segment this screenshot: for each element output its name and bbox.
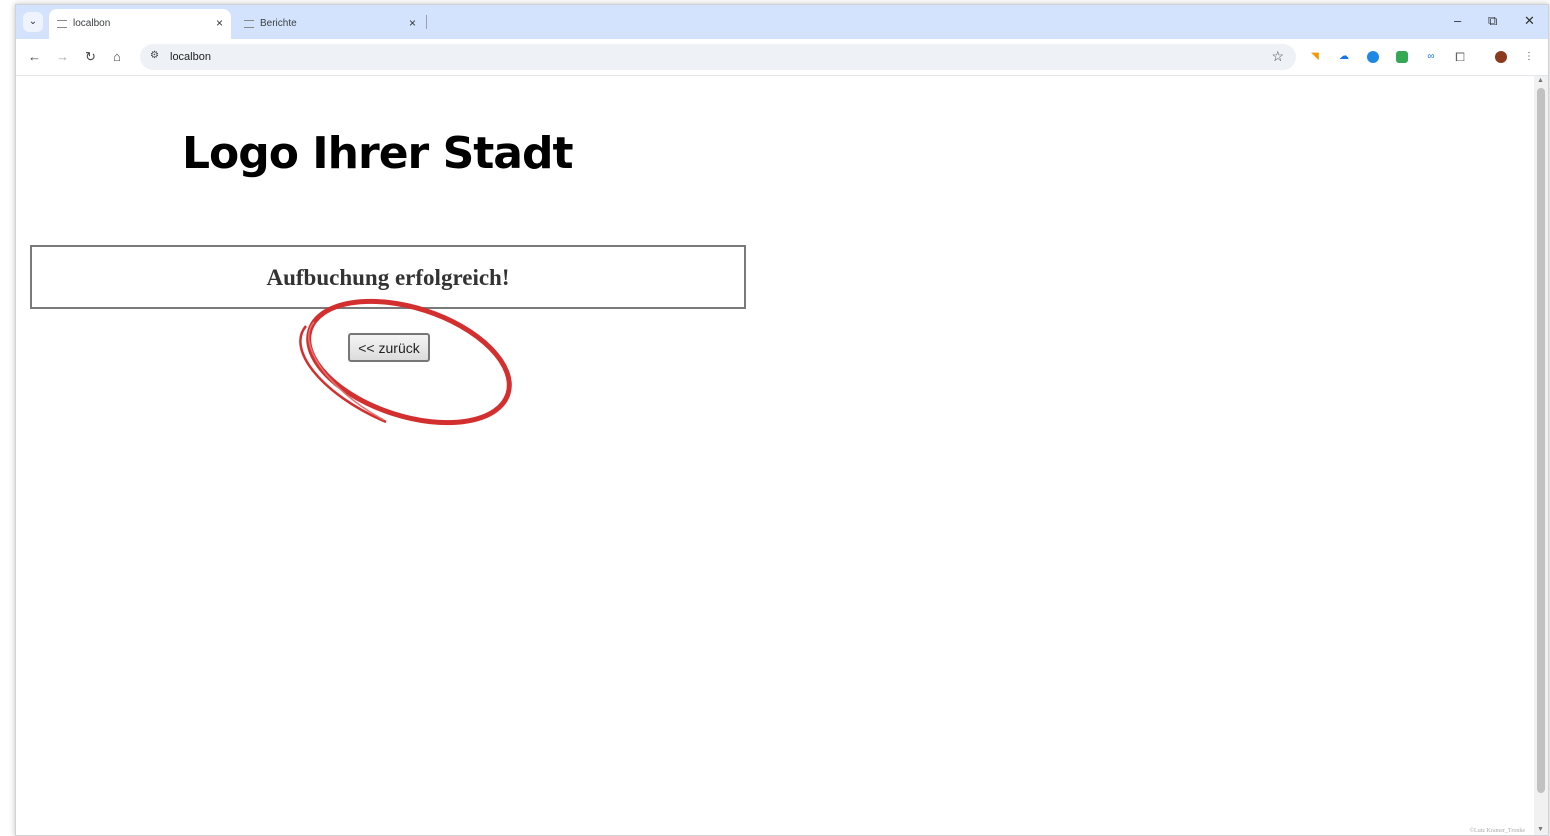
page-scrollbar[interactable]: ▲ ▼ — [1534, 76, 1548, 835]
red-highlight-circle — [299, 298, 512, 426]
tab-localbon[interactable]: localbon × — [49, 9, 231, 39]
tab-title: Berichte — [260, 18, 297, 29]
success-message: Aufbuchung erfolgreich! — [266, 265, 510, 290]
rss-extension-icon[interactable]: ◥ — [1309, 51, 1321, 63]
tab-title: localbon — [73, 18, 111, 29]
close-window-button[interactable]: ✕ — [1524, 13, 1535, 29]
circle-extension-icon[interactable] — [1367, 51, 1379, 63]
back-button[interactable]: << zurück — [348, 333, 430, 362]
scrollbar-thumb[interactable] — [1537, 88, 1545, 793]
cloud-extension-icon[interactable]: ☁ — [1338, 51, 1350, 63]
city-logo-placeholder: Logo Ihrer Stadt — [182, 128, 574, 179]
address-bar[interactable]: ⚙ localbon ☆ — [140, 44, 1296, 70]
scroll-up-icon[interactable]: ▲ — [1537, 77, 1544, 84]
scroll-down-icon[interactable]: ▼ — [1537, 826, 1544, 833]
tab-separator — [426, 15, 427, 29]
green-extension-icon[interactable] — [1396, 51, 1408, 63]
profile-avatar[interactable] — [1495, 51, 1507, 63]
reload-icon[interactable]: ↻ — [85, 49, 96, 65]
back-icon[interactable]: ← — [28, 49, 41, 64]
restore-button[interactable]: ⧉ — [1488, 13, 1497, 29]
page-viewport: Logo Ihrer Stadt Aufbuchung erfolgreich!… — [16, 76, 1533, 835]
page-favicon-icon — [57, 20, 67, 28]
tab-close-icon[interactable]: × — [216, 16, 223, 30]
browser-window: ⌄ localbon × Berichte × – ⧉ ✕ ← → ↻ ⌂ ⚙ … — [15, 4, 1549, 836]
home-icon[interactable]: ⌂ — [113, 49, 121, 64]
page-favicon-icon — [244, 20, 254, 28]
browser-toolbar: ← → ↻ ⌂ ⚙ localbon ☆ ◥ ☁ ∞ ⧠ ⋮ — [16, 39, 1548, 76]
site-settings-icon[interactable]: ⚙ — [150, 50, 159, 61]
link-extension-icon[interactable]: ∞ — [1425, 51, 1437, 63]
minimize-button[interactable]: – — [1454, 13, 1461, 28]
forward-icon[interactable]: → — [56, 49, 69, 64]
bookmark-star-icon[interactable]: ☆ — [1271, 48, 1284, 65]
extensions-puzzle-icon[interactable]: ⧠ — [1454, 51, 1466, 63]
tab-close-icon[interactable]: × — [409, 16, 416, 30]
tab-search-icon[interactable]: ⌄ — [23, 12, 43, 32]
tab-strip: ⌄ localbon × Berichte × – ⧉ ✕ — [16, 5, 1548, 39]
address-url[interactable]: localbon — [170, 51, 211, 63]
menu-kebab-icon[interactable]: ⋮ — [1523, 51, 1535, 63]
tab-berichte[interactable]: Berichte × — [236, 9, 424, 39]
copyright-watermark: ©Lutz Kramer_Tronke — [1469, 828, 1526, 834]
